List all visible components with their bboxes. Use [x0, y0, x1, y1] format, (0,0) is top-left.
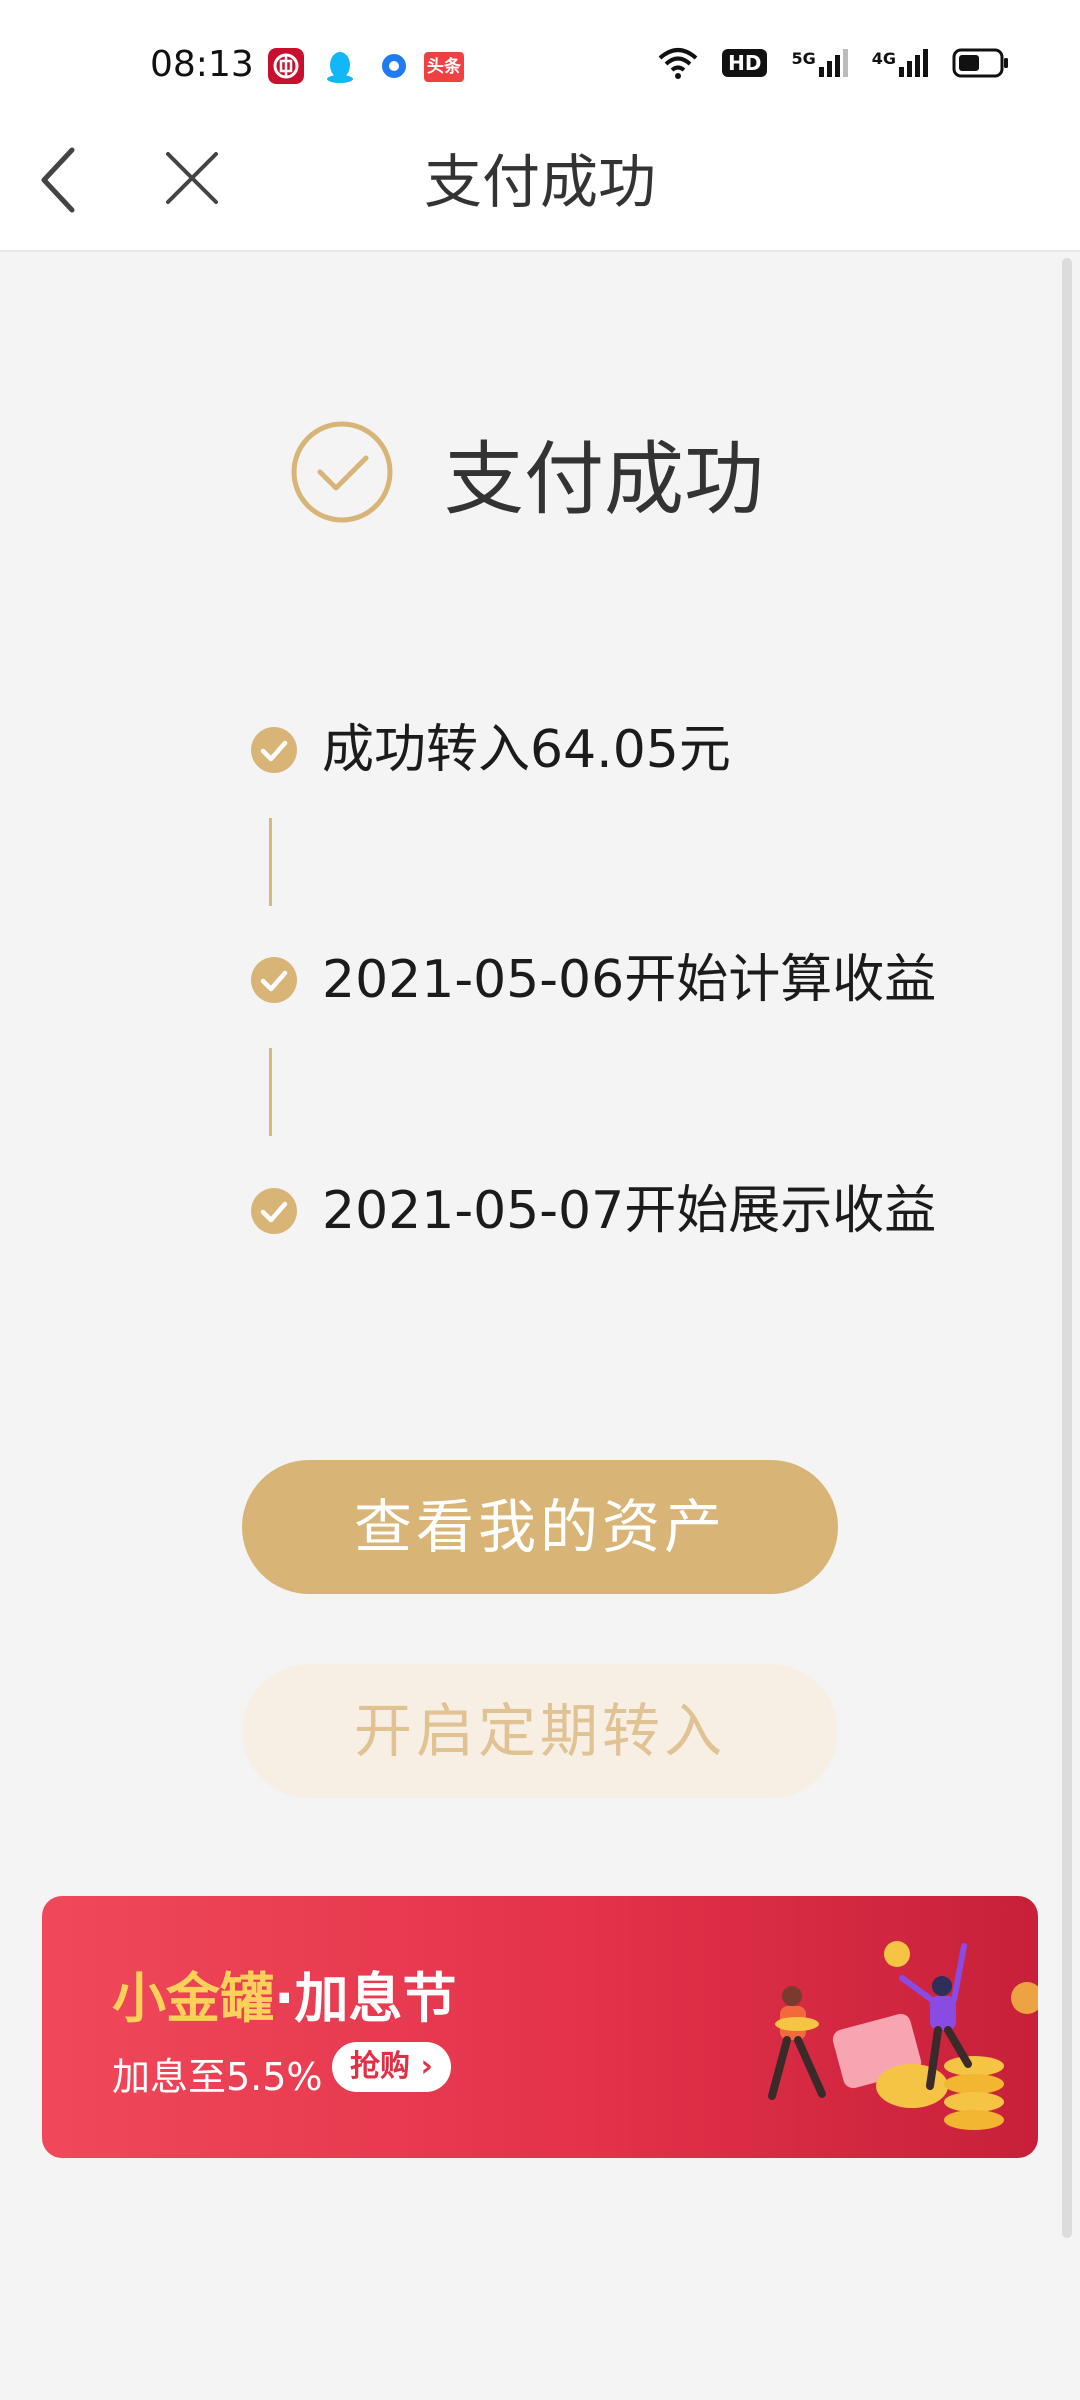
- signal-5g-icon: 5G: [791, 49, 848, 77]
- banner-buy-label: 抢购: [350, 2049, 410, 2084]
- step-text: 成功转入64.05元: [322, 720, 731, 780]
- page-title: 支付成功: [423, 148, 656, 216]
- signal-4g-icon: 4G: [872, 49, 928, 77]
- success-heading: 支付成功: [444, 433, 764, 526]
- check-badge-icon: [251, 1188, 297, 1234]
- status-bar: 08:13 头条 HD 5G 4G: [0, 0, 1080, 130]
- banner-title-rest: 加息节: [294, 1967, 457, 2030]
- step-connector: [269, 818, 272, 906]
- status-indicators: HD 5G 4G: [658, 46, 1010, 80]
- scrollbar[interactable]: [1062, 258, 1072, 2238]
- hd-icon: HD: [722, 49, 768, 77]
- step-item: 2021-05-06开始计算收益: [250, 945, 936, 1015]
- start-scheduled-transfer-button[interactable]: 开启定期转入: [242, 1664, 838, 1798]
- check-badge-icon: [251, 957, 297, 1003]
- step-item: 2021-05-07开始展示收益: [250, 1176, 936, 1246]
- check-badge-icon: [251, 727, 297, 773]
- toutiao-icon: 头条: [424, 52, 464, 82]
- step-text: 2021-05-07开始展示收益: [322, 1181, 937, 1241]
- battery-icon: [952, 48, 1008, 78]
- view-assets-button[interactable]: 查看我的资产: [242, 1460, 838, 1594]
- banner-title-main: 小金罐: [112, 1967, 274, 2030]
- check-circle-icon: [291, 421, 393, 523]
- qq-icon: [327, 52, 353, 83]
- promo-banner[interactable]: 小金罐·加息节 加息至5.5% 抢购 ›: [42, 1896, 1038, 2158]
- chevron-right-icon: ›: [420, 2049, 433, 2084]
- status-time: 08:13: [150, 44, 254, 85]
- banner-title: 小金罐·加息节: [112, 1954, 457, 2033]
- step-connector: [269, 1048, 272, 1136]
- step-item: 成功转入64.05元: [250, 715, 731, 785]
- bank-app-icon: [268, 48, 304, 84]
- promo-illustration: [768, 1941, 1038, 2130]
- banner-buy-button[interactable]: 抢购 ›: [332, 2042, 451, 2092]
- banner-subtitle: 加息至5.5%: [112, 2055, 323, 2099]
- step-text: 2021-05-06开始计算收益: [322, 950, 937, 1010]
- wifi-icon: [658, 48, 698, 79]
- banner-title-dot: ·: [274, 1967, 295, 2030]
- browser-icon: [382, 54, 406, 78]
